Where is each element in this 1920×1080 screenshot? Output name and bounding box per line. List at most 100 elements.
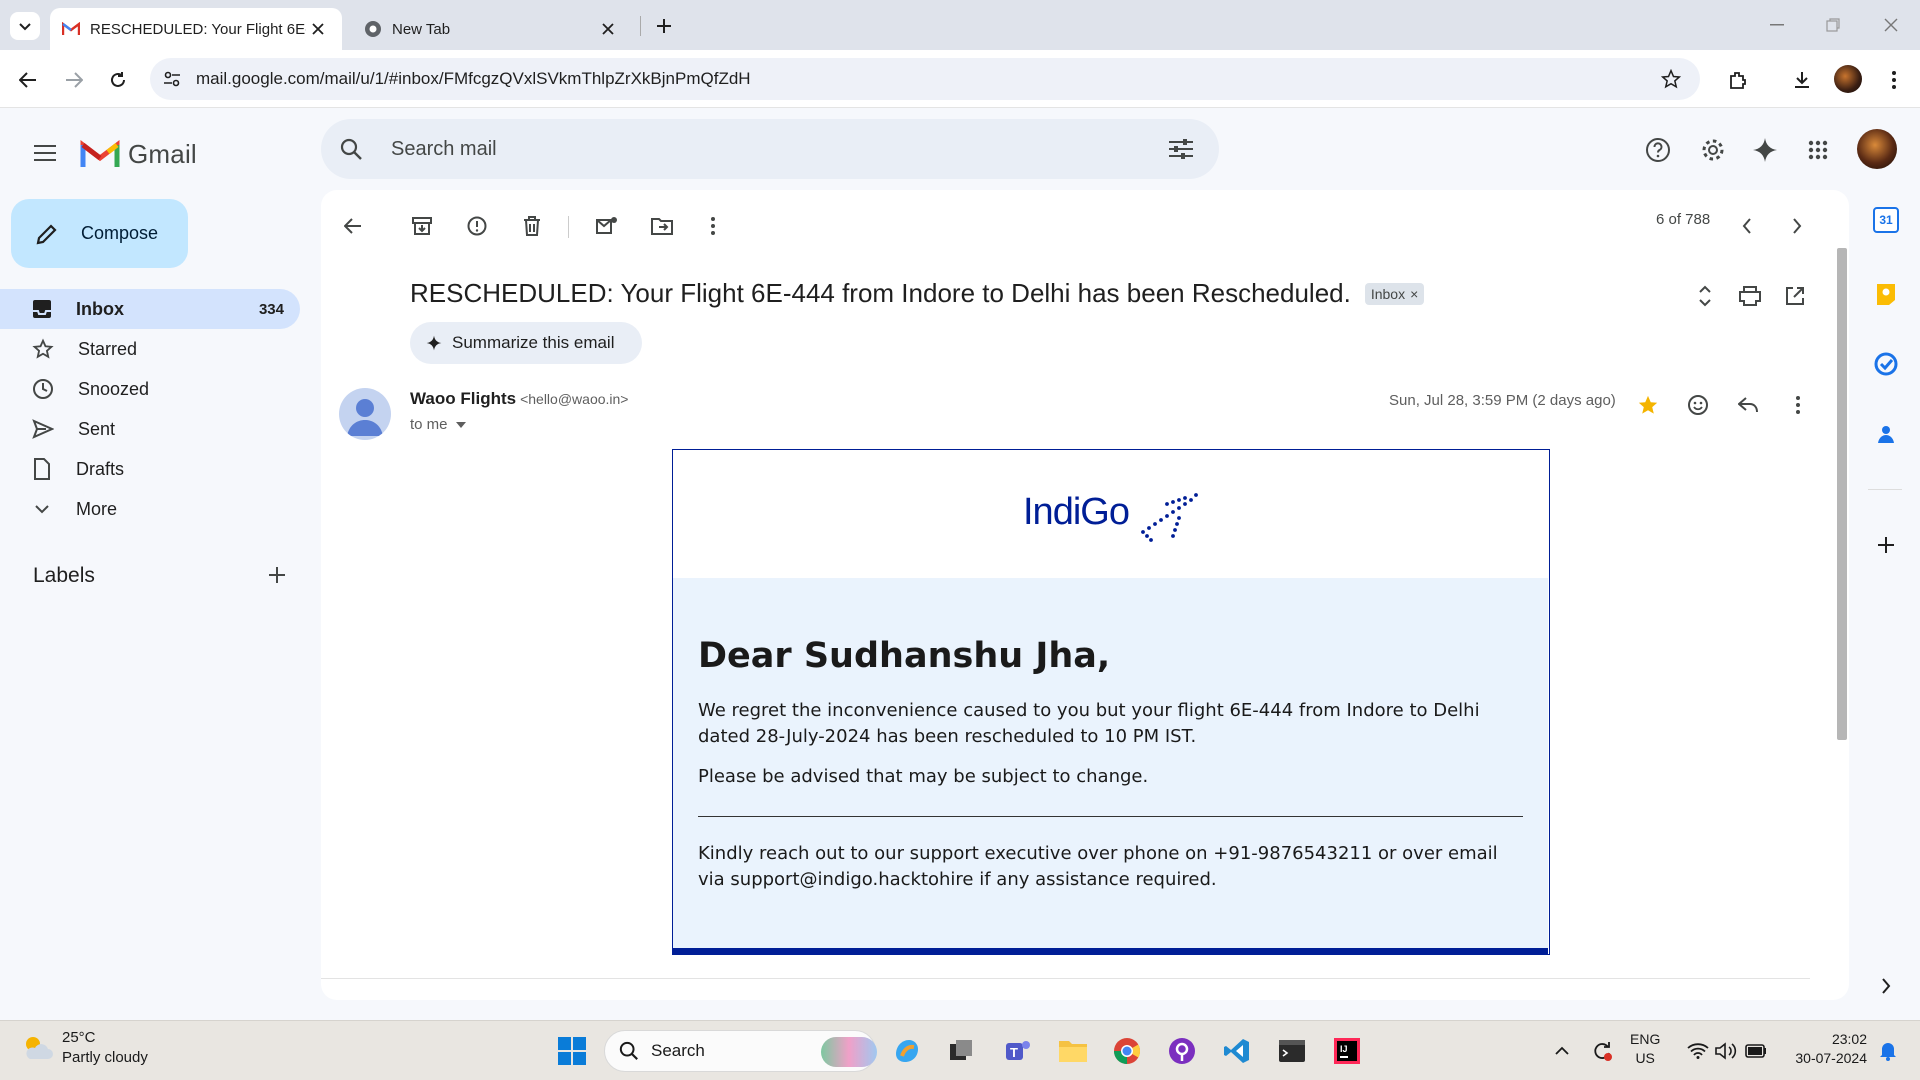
back-icon[interactable]: [12, 64, 44, 96]
side-panel-divider: [1868, 489, 1902, 490]
partly-cloudy-icon: [26, 1037, 53, 1059]
open-in-new-window-icon[interactable]: [1777, 278, 1813, 314]
emoji-reaction-icon[interactable]: [1678, 385, 1718, 425]
sidebar-item-drafts[interactable]: Drafts: [0, 449, 300, 489]
help-icon[interactable]: [1636, 128, 1680, 172]
support-paragraph: Kindly reach out to our support executiv…: [698, 843, 1498, 890]
report-spam-icon[interactable]: [457, 206, 497, 246]
sync-icon[interactable]: [1588, 1036, 1616, 1066]
more-options-icon[interactable]: [693, 206, 733, 246]
sidebar-item-sent[interactable]: Sent: [0, 409, 300, 449]
task-view-icon[interactable]: [940, 1030, 982, 1072]
site-info-icon[interactable]: [160, 67, 184, 91]
intellij-idea-icon[interactable]: IJ: [1326, 1030, 1368, 1072]
tab-new-tab[interactable]: New Tab: [352, 8, 632, 50]
new-tab-plus-icon[interactable]: [650, 12, 678, 40]
input-language[interactable]: ENG US: [1630, 1030, 1660, 1068]
file-explorer-icon[interactable]: [1052, 1030, 1094, 1072]
archive-icon[interactable]: [402, 206, 442, 246]
weather-description: Partly cloudy: [62, 1049, 148, 1066]
sidebar-item-snoozed[interactable]: Snoozed: [0, 369, 300, 409]
copilot-icon[interactable]: [886, 1030, 928, 1072]
window-close-icon[interactable]: [1876, 12, 1906, 38]
move-to-folder-icon[interactable]: [642, 206, 682, 246]
search-input[interactable]: Search mail: [391, 138, 497, 161]
restore-icon[interactable]: [1818, 12, 1848, 38]
vscode-icon[interactable]: [1216, 1030, 1258, 1072]
browser-profile-avatar[interactable]: [1834, 65, 1862, 93]
apps-grid-icon[interactable]: [1796, 128, 1840, 172]
account-avatar[interactable]: [1857, 129, 1897, 169]
sender-avatar[interactable]: [339, 388, 391, 440]
newer-chevron-left-icon[interactable]: [1727, 206, 1767, 246]
close-tab-icon[interactable]: [596, 17, 620, 41]
download-icon[interactable]: [1786, 64, 1818, 96]
main-menu-icon[interactable]: [24, 132, 66, 174]
tab-gmail[interactable]: RESCHEDULED: Your Flight 6E-4: [50, 8, 342, 50]
sender-name[interactable]: Waoo Flights: [410, 389, 516, 408]
sidebar-item-label: More: [76, 498, 118, 519]
scrollbar-thumb[interactable]: [1837, 248, 1847, 740]
browser-menu-icon[interactable]: [1882, 64, 1906, 96]
notification-bell-icon[interactable]: [1874, 1036, 1902, 1066]
search-options-icon[interactable]: [1165, 133, 1197, 165]
volume-icon[interactable]: [1712, 1036, 1740, 1066]
print-icon[interactable]: [1732, 278, 1768, 314]
indigo-plane-logo: IndiGo: [1023, 491, 1198, 542]
contacts-icon[interactable]: [1870, 418, 1902, 450]
to-line: to me: [410, 416, 448, 433]
star-icon: [32, 338, 54, 359]
forward-icon[interactable]: [58, 64, 90, 96]
system-clock[interactable]: 23:02 30-07-2024: [1772, 1030, 1867, 1068]
settings-gear-icon[interactable]: [1691, 128, 1735, 172]
back-to-inbox-icon[interactable]: [333, 206, 373, 246]
show-hidden-icons-chevron-icon[interactable]: [1550, 1036, 1574, 1066]
extensions-icon[interactable]: [1722, 64, 1754, 96]
battery-icon[interactable]: [1742, 1036, 1770, 1066]
recipient-details-toggle[interactable]: to me: [410, 416, 466, 433]
sidebar-item-starred[interactable]: Starred: [0, 329, 300, 369]
address-bar[interactable]: mail.google.com/mail/u/1/#inbox/FMfcgzQV…: [150, 58, 1700, 100]
summarize-email-button[interactable]: Summarize this email: [410, 322, 642, 364]
gmail-logo[interactable]: Gmail: [80, 132, 197, 176]
search-icon[interactable]: [335, 133, 367, 165]
sidebar-item-inbox[interactable]: Inbox 334: [0, 289, 300, 329]
teams-icon[interactable]: T: [997, 1030, 1039, 1072]
gemini-sparkle-icon[interactable]: [1743, 128, 1787, 172]
sidebar-item-more[interactable]: More: [0, 489, 300, 529]
gmail-m-icon: [80, 139, 120, 167]
chevron-down-icon: [35, 505, 49, 514]
reload-icon[interactable]: [102, 64, 134, 96]
starred-star-icon[interactable]: [1628, 385, 1668, 425]
delete-icon[interactable]: [512, 206, 552, 246]
tasks-icon[interactable]: [1870, 348, 1902, 380]
wifi-icon[interactable]: [1684, 1036, 1712, 1066]
sparkle-icon: [426, 335, 442, 351]
calendar-icon[interactable]: 31: [1873, 207, 1899, 233]
close-tab-icon[interactable]: [306, 17, 330, 41]
get-addons-plus-icon[interactable]: [1870, 529, 1902, 561]
message-more-icon[interactable]: [1778, 385, 1818, 425]
taskbar-search[interactable]: Search: [604, 1030, 877, 1072]
weather-widget[interactable]: 25°C Partly cloudy: [20, 1028, 148, 1068]
show-side-panel-chevron-icon[interactable]: [1870, 970, 1902, 1002]
add-label-plus-icon[interactable]: [262, 560, 292, 590]
older-chevron-right-icon[interactable]: [1777, 206, 1817, 246]
windows-start-icon[interactable]: [551, 1030, 593, 1072]
tab-search-button[interactable]: [10, 12, 40, 40]
search-bar[interactable]: Search mail: [321, 119, 1219, 179]
compose-button[interactable]: Compose: [11, 199, 188, 268]
minimize-icon[interactable]: [1762, 12, 1792, 38]
reply-icon[interactable]: [1728, 385, 1768, 425]
remove-label-icon[interactable]: ×: [1410, 286, 1418, 302]
mark-unread-icon[interactable]: [587, 206, 627, 246]
chrome-icon[interactable]: [1106, 1030, 1148, 1072]
url-text: mail.google.com/mail/u/1/#inbox/FMfcgzQV…: [196, 69, 751, 88]
bookmark-star-icon[interactable]: [1658, 66, 1684, 92]
podcast-app-icon[interactable]: [1161, 1030, 1203, 1072]
expand-all-icon[interactable]: [1687, 278, 1723, 314]
keep-icon[interactable]: [1870, 278, 1902, 310]
terminal-icon[interactable]: [1271, 1030, 1313, 1072]
received-date: Sun, Jul 28, 3:59 PM (2 days ago): [1389, 392, 1616, 409]
inbox-label-chip[interactable]: Inbox ×: [1364, 282, 1425, 305]
